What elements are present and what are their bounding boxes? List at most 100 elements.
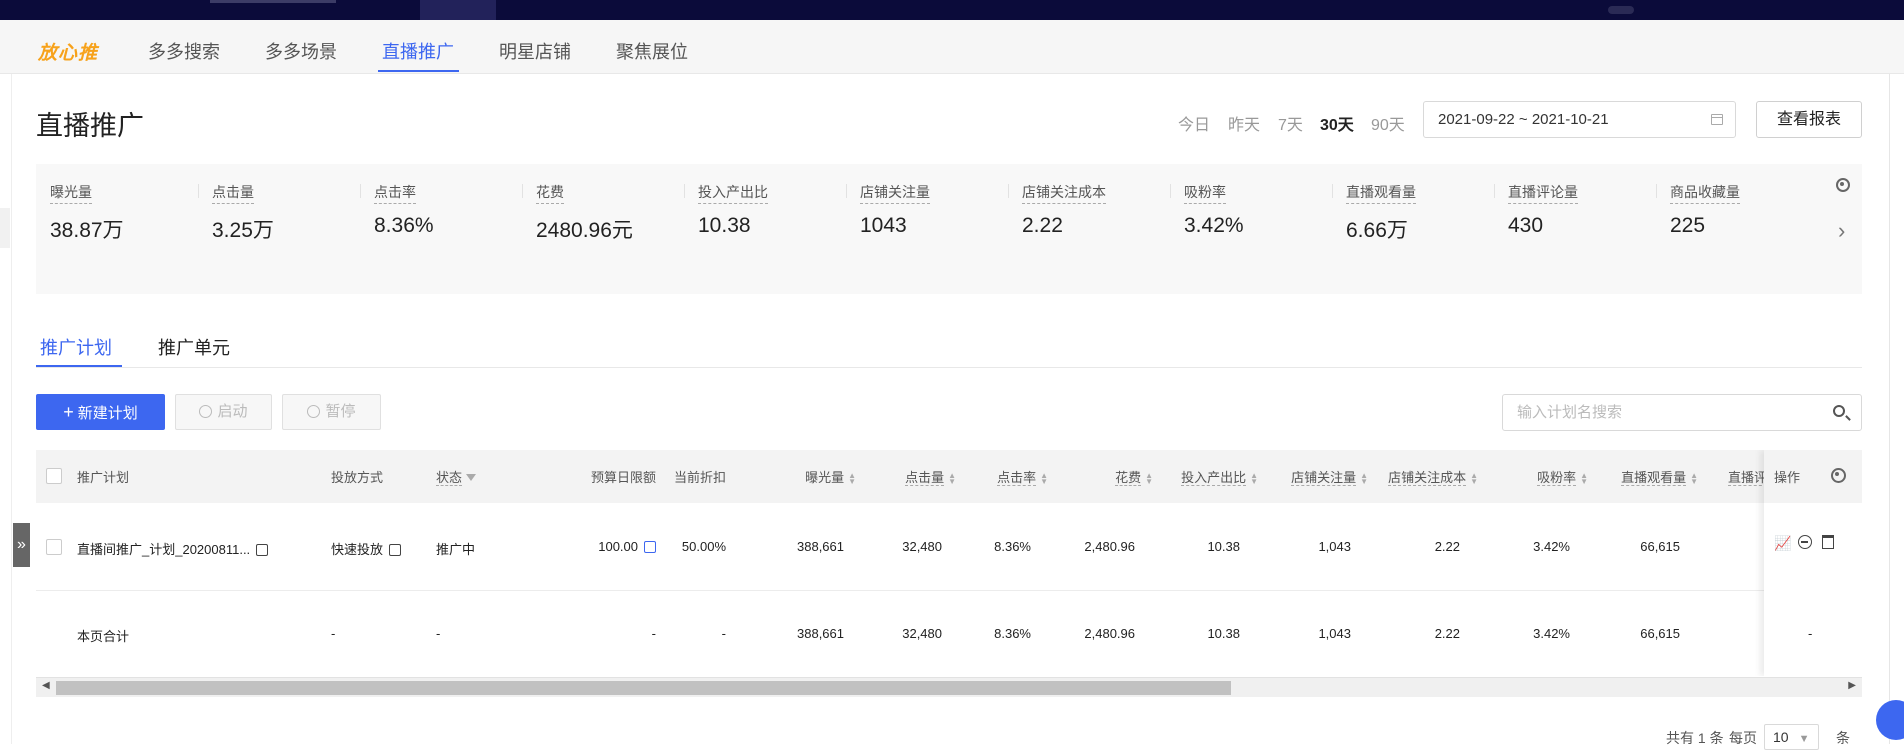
th-live-comments[interactable]: 直播评 <box>1728 467 1768 486</box>
table-row: 直播间推广_计划_20200811... 快速投放 推广中 100.00 50.… <box>36 503 1862 591</box>
right-scrollbar[interactable] <box>1889 74 1904 744</box>
date-range-picker[interactable]: 2021-09-22 ~ 2021-10-21 <box>1423 101 1736 138</box>
status-cell: 推广中 <box>436 542 476 557</box>
chevron-right-icon[interactable]: › <box>1838 218 1845 244</box>
row-checkbox[interactable] <box>46 539 62 555</box>
date-range-value: 2021-09-22 ~ 2021-10-21 <box>1438 111 1609 128</box>
th-ctr[interactable]: 点击率 ▲ ▼ <box>956 467 1048 486</box>
mode-cell[interactable]: 快速投放 <box>331 539 402 558</box>
column-settings-icon[interactable] <box>1831 468 1846 483</box>
minus-circle-icon[interactable] <box>1798 535 1812 549</box>
ctr-cell: 8.36% <box>994 539 1031 554</box>
edit-icon[interactable] <box>644 541 656 553</box>
th-plan: 推广计划 <box>77 470 130 485</box>
th-cost[interactable]: 花费 ▲ ▼ <box>1048 467 1153 486</box>
nav-item-star-shop[interactable]: 明星店铺 <box>499 38 571 64</box>
roi-cell: 10.38 <box>1207 539 1240 554</box>
range-30d[interactable]: 30天 <box>1320 111 1354 135</box>
th-mode: 投放方式 <box>331 470 384 485</box>
delete-icon[interactable] <box>1822 535 1834 549</box>
pager-per-page-label: 每页 <box>1729 730 1757 746</box>
metrics-panel: 曝光量 38.87万 点击量 3.25万 点击率 8.36% 花费 2480.96元 投… <box>36 164 1862 294</box>
total-discount-cell: - <box>721 626 726 641</box>
th-clicks[interactable]: 点击量 ▲ ▼ <box>856 467 956 486</box>
th-impressions[interactable]: 曝光量 ▲ ▼ <box>746 467 856 486</box>
total-clicks-cell: 32,480 <box>902 626 942 641</box>
total-mode-cell: - <box>331 626 336 641</box>
expand-sidebar-icon[interactable]: » <box>13 523 30 567</box>
metric-clicks: 点击量 3.25万 <box>212 184 274 242</box>
table-header: 推广计划 投放方式 状态 预算日限额 当前折扣 曝光量 ▲ ▼ 点击量 ▲ ▼ 点击率 ▲… <box>36 450 1862 503</box>
th-follows[interactable]: 店铺关注量 ▲ ▼ <box>1258 467 1368 486</box>
scroll-right-icon[interactable]: ▶ <box>1848 680 1856 691</box>
sub-tabs: 推广计划 推广单元 <box>36 324 1862 368</box>
total-label: 本页合计 <box>77 629 130 644</box>
pause-button[interactable]: 暂停 <box>282 394 381 430</box>
discount-cell: 50.00% <box>681 539 726 554</box>
budget-cell[interactable]: 100.00 <box>556 539 656 554</box>
view-report-button[interactable]: 查看报表 <box>1756 101 1862 138</box>
edit-icon[interactable] <box>389 544 402 556</box>
metric-shop-follows: 店铺关注量 1043 <box>860 184 930 237</box>
total-budget-cell: - <box>651 626 656 641</box>
page-size-select[interactable]: 10 ▼ <box>1764 724 1819 750</box>
range-today[interactable]: 今日 <box>1178 111 1210 135</box>
impressions-cell: 388,661 <box>797 539 844 554</box>
chat-help-icon[interactable] <box>1876 700 1904 740</box>
table-horizontal-scrollbar[interactable]: ◀ ▶ <box>36 677 1862 697</box>
nav-item-search[interactable]: 多多搜索 <box>148 38 220 64</box>
subtab-active-indicator <box>36 365 122 367</box>
range-7d[interactable]: 7天 <box>1278 111 1303 135</box>
nav-item-live[interactable]: 直播推广 <box>382 38 454 64</box>
tab-units[interactable]: 推广单元 <box>158 334 230 360</box>
live-views-cell: 66,615 <box>1640 539 1680 554</box>
cost-cell: 2,480.96 <box>1084 539 1135 554</box>
th-follow-cost[interactable]: 店铺关注成本 ▲ ▼ <box>1368 467 1478 486</box>
tab-plans[interactable]: 推广计划 <box>40 334 112 360</box>
nav-item-focus-booth[interactable]: 聚焦展位 <box>616 38 688 64</box>
metric-live-views: 直播观看量 6.66万 <box>1346 184 1416 242</box>
edit-icon[interactable] <box>256 544 269 556</box>
th-live-views[interactable]: 直播观看量 ▲ ▼ <box>1588 467 1698 486</box>
total-follow-cost-cell: 2.22 <box>1434 626 1460 641</box>
metric-impressions: 曝光量 38.87万 <box>50 184 124 242</box>
follow-cost-cell: 2.22 <box>1434 539 1460 554</box>
top-bar <box>0 0 1904 20</box>
plan-name-cell[interactable]: 直播间推广_计划_20200811... <box>77 539 269 558</box>
page-title: 直播推广 <box>36 111 144 141</box>
total-ctr-cell: 8.36% <box>994 626 1031 641</box>
metric-ctr: 点击率 8.36% <box>374 184 434 237</box>
filter-icon[interactable] <box>466 474 477 481</box>
th-fan-rate[interactable]: 吸粉率 ▲ ▼ <box>1478 467 1588 486</box>
select-all-checkbox[interactable] <box>46 468 62 484</box>
range-yesterday[interactable]: 昨天 <box>1228 111 1260 135</box>
total-cost-cell: 2,480.96 <box>1084 626 1135 641</box>
total-ops-cell: - <box>1808 626 1813 641</box>
th-status[interactable]: 状态 <box>436 467 477 486</box>
user-avatar[interactable] <box>1608 6 1634 14</box>
search-icon[interactable] <box>1833 405 1845 417</box>
logo: 放心推 <box>38 43 99 64</box>
fixed-ops-column: 操作 📈 - <box>1764 450 1862 676</box>
settings-gear-icon[interactable] <box>1836 178 1850 192</box>
calendar-icon <box>1711 114 1723 125</box>
range-90d[interactable]: 90天 <box>1371 111 1405 135</box>
scroll-left-icon[interactable]: ◀ <box>42 680 50 691</box>
total-fan-rate-cell: 3.42% <box>1533 626 1570 641</box>
metric-live-comments: 直播评论量 430 <box>1508 184 1578 237</box>
th-roi[interactable]: 投入产出比 ▲ ▼ <box>1153 467 1258 486</box>
chart-icon[interactable]: 📈 <box>1774 535 1791 552</box>
new-plan-button[interactable]: + 新建计划 <box>36 394 165 430</box>
table-total-row: 本页合计 - - - - 388,661 32,480 8.36% 2,480.… <box>36 591 1862 676</box>
plan-search-input[interactable] <box>1503 395 1803 429</box>
nav-item-scene[interactable]: 多多场景 <box>265 38 337 64</box>
metric-product-favorites: 商品收藏量 225 <box>1670 184 1740 237</box>
top-search-box[interactable] <box>210 0 336 3</box>
scrollbar-thumb[interactable] <box>56 681 1231 695</box>
nav-active-indicator <box>378 70 459 72</box>
metric-cost: 花费 2480.96元 <box>536 184 633 242</box>
plan-search-box <box>1502 394 1862 431</box>
start-button[interactable]: 启动 <box>175 394 272 430</box>
top-active-tab[interactable] <box>420 0 496 20</box>
metric-roi: 投入产出比 10.38 <box>698 184 768 237</box>
